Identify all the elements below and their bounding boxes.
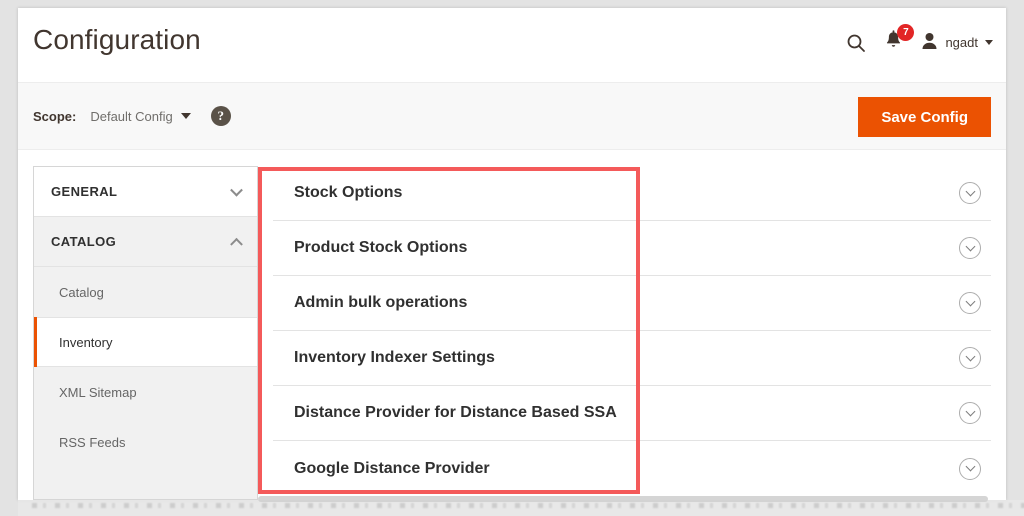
notifications-button[interactable]: 7 bbox=[884, 24, 915, 55]
header-actions: 7 ngadt bbox=[846, 24, 993, 55]
section-row-product-stock-options[interactable]: Product Stock Options bbox=[273, 221, 991, 276]
section-title: Google Distance Provider bbox=[294, 459, 490, 477]
section-row-inventory-indexer-settings[interactable]: Inventory Indexer Settings bbox=[273, 331, 991, 386]
sidebar-group-label: CATALOG bbox=[51, 234, 117, 249]
section-title: Product Stock Options bbox=[294, 239, 468, 256]
section-row-distance-provider-ssa[interactable]: Distance Provider for Distance Based SSA bbox=[273, 386, 991, 441]
section-row-stock-options[interactable]: Stock Options bbox=[273, 166, 991, 221]
section-title: Inventory Indexer Settings bbox=[294, 349, 495, 366]
chevron-down-circle-icon[interactable] bbox=[959, 182, 981, 204]
sidebar-group-label: GENERAL bbox=[51, 184, 118, 199]
sidebar-item-label: XML Sitemap bbox=[59, 384, 137, 400]
page-title: Configuration bbox=[33, 24, 201, 55]
sidebar-group-catalog[interactable]: CATALOG bbox=[34, 217, 257, 267]
notification-count-badge: 7 bbox=[897, 24, 915, 41]
chevron-down-circle-icon[interactable] bbox=[959, 237, 981, 259]
footer-text-blur bbox=[32, 503, 1024, 508]
body-wrapper: GENERAL CATALOG Catalog Inventory XML Si… bbox=[18, 150, 1006, 500]
scope-value[interactable]: Default Config bbox=[90, 109, 172, 124]
section-row-google-distance-provider[interactable]: Google Distance Provider bbox=[273, 441, 991, 496]
section-row-admin-bulk-operations[interactable]: Admin bulk operations bbox=[273, 276, 991, 331]
config-sidebar-nav: GENERAL CATALOG Catalog Inventory XML Si… bbox=[33, 166, 258, 500]
sidebar-item-inventory[interactable]: Inventory bbox=[34, 317, 257, 367]
chevron-down-circle-icon[interactable] bbox=[959, 457, 981, 480]
sidebar-item-label: Inventory bbox=[59, 334, 113, 350]
config-sections-list: Stock Options Product Stock Options Admi… bbox=[273, 166, 991, 500]
caret-down-icon[interactable] bbox=[180, 113, 191, 119]
section-title: Admin bulk operations bbox=[294, 294, 468, 311]
sidebar-item-catalog[interactable]: Catalog bbox=[34, 267, 257, 317]
scope-label: Scope: bbox=[33, 108, 77, 124]
chevron-down-circle-icon[interactable] bbox=[959, 292, 981, 314]
horizontal-scrollbar[interactable] bbox=[258, 496, 988, 502]
chevron-down-circle-icon[interactable] bbox=[959, 347, 981, 369]
save-config-button[interactable]: Save Config bbox=[858, 97, 991, 137]
sidebar-item-label: Catalog bbox=[59, 284, 104, 300]
section-title: Stock Options bbox=[294, 184, 403, 201]
chevron-up-icon bbox=[230, 237, 243, 251]
sidebar-item-label: RSS Feeds bbox=[59, 434, 126, 450]
user-avatar-icon bbox=[921, 32, 938, 53]
search-icon[interactable] bbox=[846, 33, 866, 53]
question-mark-icon[interactable]: ? bbox=[210, 106, 231, 126]
section-title: Distance Provider for Distance Based SSA bbox=[294, 404, 617, 421]
sidebar-group-general[interactable]: GENERAL bbox=[34, 167, 257, 217]
caret-down-icon bbox=[985, 40, 993, 45]
page-footer-cutoff bbox=[18, 500, 1024, 516]
scope-bar: Scope: Default Config ? Save Config bbox=[18, 82, 1006, 150]
chevron-down-icon bbox=[230, 183, 243, 197]
user-name-label: ngadt bbox=[945, 35, 978, 50]
user-menu[interactable]: ngadt bbox=[921, 32, 993, 53]
page-header: Configuration 7 ngadt bbox=[18, 8, 1006, 82]
admin-configuration-screen: Configuration 7 ngadt Scope: Default Con… bbox=[0, 0, 1024, 516]
page-container: Configuration 7 ngadt Scope: Default Con… bbox=[18, 8, 1006, 500]
sidebar-item-rss-feeds[interactable]: RSS Feeds bbox=[34, 417, 257, 467]
chevron-down-circle-icon[interactable] bbox=[959, 402, 981, 424]
sidebar-item-xml-sitemap[interactable]: XML Sitemap bbox=[34, 367, 257, 417]
